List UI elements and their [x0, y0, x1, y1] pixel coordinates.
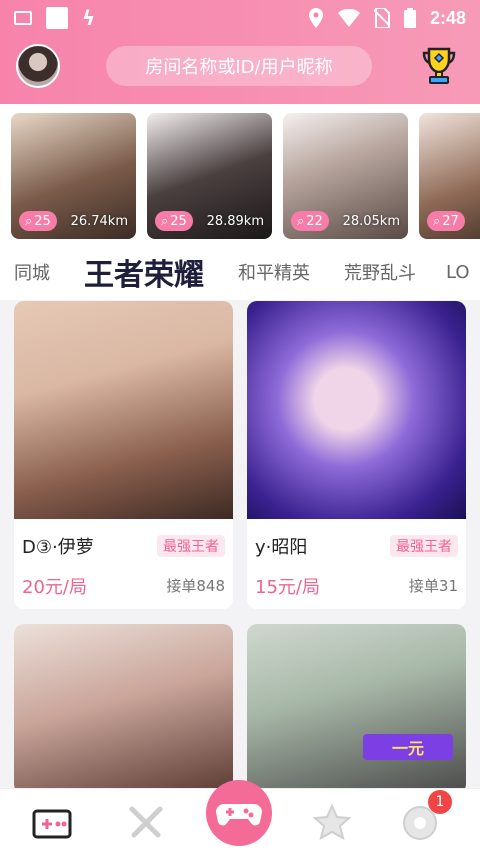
gamepad-icon [216, 804, 262, 826]
rank-badge: 最强王者 [157, 535, 225, 557]
player-name: y·昭阳 [255, 537, 308, 558]
chat-count-badge: ⌕ 25 [155, 211, 193, 231]
battery-icon [403, 8, 416, 28]
wifi-icon [337, 9, 360, 27]
search-input[interactable]: 房间名称或ID/用户昵称 [106, 46, 372, 86]
crossed-swords-icon [129, 806, 163, 838]
star-icon [312, 803, 352, 840]
tab-honor-of-kings[interactable]: 王者荣耀 [84, 250, 204, 294]
nav-play-button[interactable] [206, 780, 272, 846]
tab-local[interactable]: 同城 [14, 259, 50, 285]
order-count: 接单848 [166, 577, 225, 595]
chat-count-badge: ⌕ 25 [19, 211, 57, 231]
price-label: 15元/局 [255, 577, 320, 598]
status-bar: ϟ 2:48 [0, 0, 480, 36]
order-count: 接单31 [408, 577, 458, 595]
nearby-user-card[interactable]: ⌕ 25 28.89km [147, 113, 272, 239]
promo-badge: 一元 [363, 734, 453, 760]
no-sim-icon [373, 8, 390, 28]
player-photo [14, 301, 233, 519]
gallery-notification-icon [14, 11, 32, 25]
player-card[interactable] [14, 624, 233, 794]
nav-favorites[interactable] [312, 803, 352, 843]
rank-badge: 最强王者 [390, 535, 458, 557]
trophy-icon[interactable] [422, 47, 456, 85]
distance-label: 28.05km [342, 214, 400, 229]
category-tabs: 同城 王者荣耀 和平精英 荒野乱斗 LO [0, 244, 480, 300]
nearby-user-card[interactable]: ⌕ 25 26.74km [11, 113, 136, 239]
player-name: D③·伊萝 [22, 537, 94, 558]
price-label: 20元/局 [22, 577, 87, 598]
player-photo [247, 624, 466, 794]
nav-home[interactable] [32, 803, 72, 843]
search-placeholder: 房间名称或ID/用户昵称 [145, 57, 333, 78]
flash-notification-icon: ϟ [82, 6, 96, 30]
top-bar: ϟ 2:48 房间名称或ID/用户昵称 [0, 0, 480, 104]
player-card[interactable]: D③·伊萝 最强王者 20元/局 接单848 [14, 301, 233, 609]
notification-badge: 1 [428, 790, 452, 814]
nearby-user-card[interactable]: ⌕ 22 28.05km [283, 113, 408, 239]
tab-brawl-stars[interactable]: 荒野乱斗 [344, 259, 416, 285]
player-card[interactable]: 一元 [247, 624, 466, 794]
tab-peace-elite[interactable]: 和平精英 [238, 259, 310, 285]
nav-battle[interactable] [126, 803, 166, 843]
nearby-user-card[interactable]: ⌕ 27 [419, 113, 480, 239]
location-icon [308, 8, 323, 28]
player-card[interactable]: y·昭阳 最强王者 15元/局 接单31 [247, 301, 466, 609]
tab-lol[interactable]: LO [446, 262, 470, 283]
status-time: 2:48 [429, 7, 466, 28]
player-photo [14, 624, 233, 794]
player-photo [247, 301, 466, 519]
avatar[interactable] [16, 44, 60, 88]
game-controller-icon [32, 809, 72, 839]
header: 房间名称或ID/用户昵称 [0, 36, 480, 92]
chat-count-badge: ⌕ 27 [427, 211, 465, 231]
app-notification-icon [46, 7, 68, 29]
chat-count-badge: ⌕ 22 [291, 211, 329, 231]
distance-label: 26.74km [70, 214, 128, 229]
nearby-users-strip: ⌕ 25 26.74km ⌕ 25 28.89km ⌕ 22 28.05km ⌕ 27 [0, 104, 480, 244]
distance-label: 28.89km [206, 214, 264, 229]
